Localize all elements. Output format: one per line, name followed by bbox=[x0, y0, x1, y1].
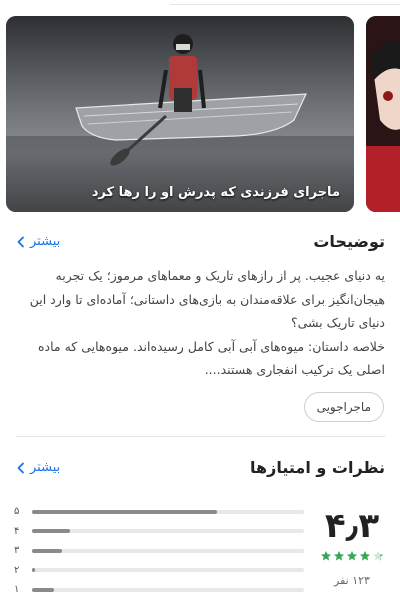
star-icon bbox=[347, 551, 357, 561]
star-icon bbox=[334, 551, 344, 561]
chevron-left-icon bbox=[17, 462, 24, 473]
next-screenshot-thumbnail[interactable] bbox=[366, 16, 400, 212]
screenshot-carousel[interactable]: ماجرای فرزندی که پدرش او را رها کرد bbox=[6, 16, 400, 212]
rating-bar-label: ۳ bbox=[14, 545, 20, 557]
rating-bar-fill bbox=[32, 548, 62, 553]
description-title: توضیحات bbox=[313, 232, 385, 251]
rating-bar-row: ۱ bbox=[14, 580, 304, 600]
rating-bar-track bbox=[32, 529, 304, 534]
description-body: یه دنیای عجیب. پر از رازهای تاریک و معما… bbox=[29, 268, 385, 377]
rating-bar-row: ۵ bbox=[14, 502, 304, 522]
star-icon bbox=[321, 551, 331, 561]
rating-bar-row: ۲ bbox=[14, 561, 304, 581]
rating-bar-row: ۴ bbox=[14, 522, 304, 542]
genre-tag-adventure[interactable]: ماجراجویی bbox=[303, 392, 384, 422]
rating-bar-label: ۲ bbox=[14, 564, 20, 576]
rating-bar-label: ۴ bbox=[14, 525, 20, 537]
ratings-more-label: بیشتر bbox=[30, 460, 61, 475]
description-text: یه دنیای عجیب. پر از رازهای تاریک و معما… bbox=[16, 264, 385, 382]
description-header: توضیحات بیشتر bbox=[16, 232, 385, 256]
rating-bar-row: ۳ bbox=[14, 541, 304, 561]
rating-bar-track bbox=[32, 587, 304, 592]
star-icon bbox=[360, 551, 370, 561]
rating-bar-fill bbox=[32, 509, 217, 514]
rating-bar-fill bbox=[32, 529, 71, 534]
star-rating bbox=[320, 550, 384, 562]
description-more-button[interactable]: بیشتر bbox=[16, 234, 60, 249]
rating-bar-fill bbox=[32, 568, 35, 573]
ratings-title: نظرات و امتیازها bbox=[250, 458, 385, 477]
screenshot-caption: ماجرای فرزندی که پدرش او را رها کرد bbox=[91, 185, 340, 200]
next-screenshot-scene bbox=[366, 16, 400, 212]
rating-count: ۱۲۳ نفر bbox=[334, 574, 370, 587]
chevron-left-icon bbox=[17, 236, 24, 247]
star-icon bbox=[373, 551, 383, 561]
rating-bar-track bbox=[32, 568, 304, 573]
screenshot-image[interactable]: ماجرای فرزندی که پدرش او را رها کرد bbox=[6, 16, 354, 212]
rating-summary: ۴٫۳ ۱۲۳ نفر bbox=[320, 506, 384, 587]
ratings-header: نظرات و امتیازها بیشتر bbox=[16, 458, 385, 482]
rating-bar-fill bbox=[32, 587, 54, 592]
screenshot-scene bbox=[6, 16, 354, 212]
average-score: ۴٫۳ bbox=[324, 506, 380, 546]
top-divider bbox=[0, 0, 400, 6]
rating-bar-track bbox=[32, 548, 304, 553]
description-more-label: بیشتر bbox=[30, 234, 61, 249]
rating-bar-label: ۱ bbox=[14, 584, 20, 596]
rating-bar-label: ۵ bbox=[14, 506, 20, 518]
ratings-more-button[interactable]: بیشتر bbox=[16, 460, 60, 475]
rating-distribution: ۵ ۴ ۳ ۲ ۱ bbox=[14, 502, 304, 600]
rating-bar-track bbox=[32, 509, 304, 514]
section-divider bbox=[16, 436, 385, 437]
